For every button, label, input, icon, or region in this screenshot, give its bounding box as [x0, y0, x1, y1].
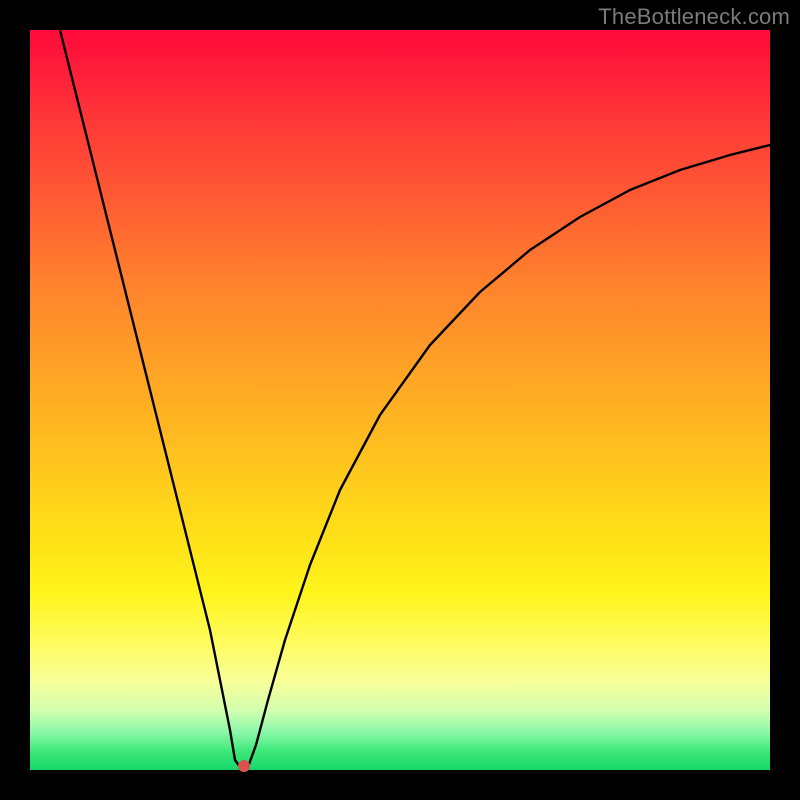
curve-svg — [30, 30, 770, 770]
watermark-text: TheBottleneck.com — [598, 4, 790, 30]
chart-frame: TheBottleneck.com — [0, 0, 800, 800]
bottleneck-curve — [60, 30, 770, 767]
plot-area — [30, 30, 770, 770]
optimal-point-marker — [238, 760, 250, 772]
